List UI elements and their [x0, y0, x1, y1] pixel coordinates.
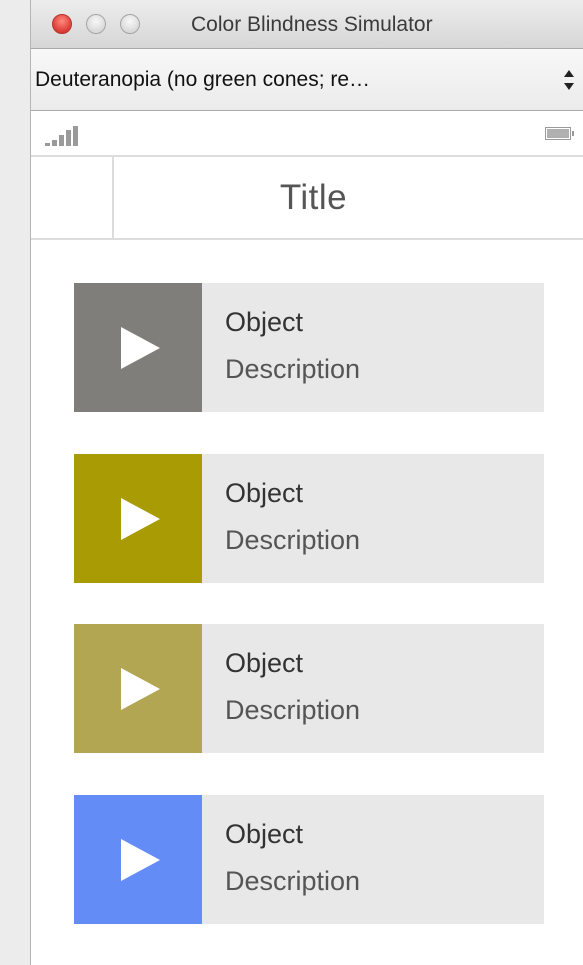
- close-window-button[interactable]: [52, 14, 72, 34]
- play-icon: [121, 839, 160, 881]
- signal-strength-icon: [45, 126, 85, 146]
- item-thumbnail: [74, 624, 202, 753]
- simulator-window: Color Blindness Simulator Deuteranopia (…: [30, 0, 583, 965]
- item-thumbnail: [74, 283, 202, 412]
- device-status-bar: [31, 111, 583, 157]
- play-icon: [121, 668, 160, 710]
- item-title: Object: [225, 648, 304, 678]
- item-title: Object: [225, 819, 304, 849]
- item-title: Object: [225, 307, 304, 337]
- list-item[interactable]: Object Description: [74, 454, 544, 583]
- item-description: Description: [225, 695, 361, 725]
- nav-left-button-area[interactable]: [31, 157, 114, 238]
- select-arrows-icon: [563, 68, 575, 92]
- item-description: Description: [225, 525, 361, 555]
- play-icon: [121, 327, 160, 369]
- navigation-bar: Title: [31, 157, 583, 240]
- simulation-type-value: Deuteranopia (no green cones; re…: [35, 68, 371, 91]
- item-thumbnail: [74, 454, 202, 583]
- zoom-window-button[interactable]: [120, 14, 140, 34]
- simulation-type-select[interactable]: Deuteranopia (no green cones; re…: [31, 49, 583, 111]
- window-title: Color Blindness Simulator: [191, 13, 433, 36]
- list-item[interactable]: Object Description: [74, 795, 544, 924]
- item-thumbnail: [74, 795, 202, 924]
- item-description: Description: [225, 354, 361, 384]
- minimize-window-button[interactable]: [86, 14, 106, 34]
- list-item[interactable]: Object Description: [74, 283, 544, 412]
- item-description: Description: [225, 866, 361, 896]
- play-icon: [121, 498, 160, 540]
- item-title: Object: [225, 478, 304, 508]
- list-item[interactable]: Object Description: [74, 624, 544, 753]
- battery-icon: [545, 127, 574, 140]
- nav-title: Title: [279, 178, 348, 217]
- title-bar: Color Blindness Simulator: [31, 0, 583, 49]
